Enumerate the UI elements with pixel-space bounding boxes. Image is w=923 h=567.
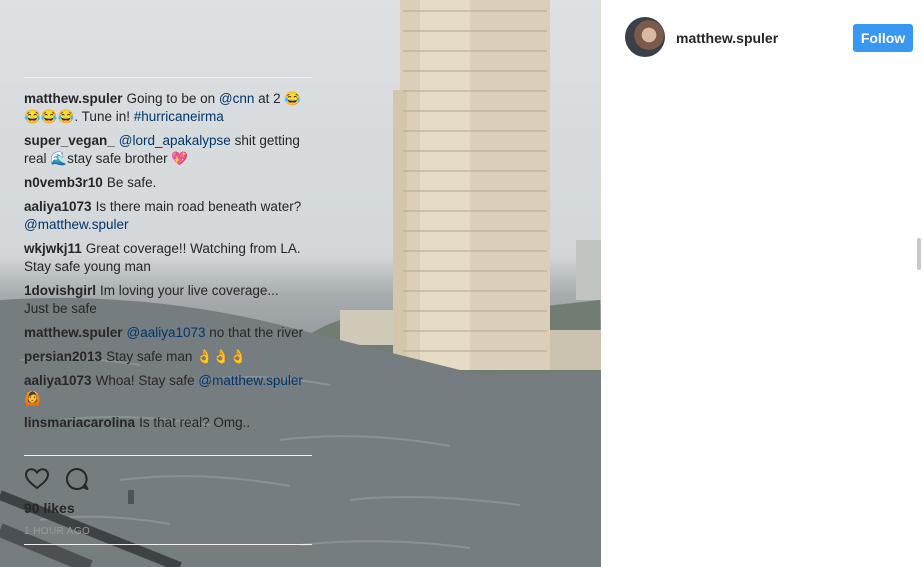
comment-bubble-icon[interactable] (64, 466, 90, 492)
comment-mention-link[interactable]: #hurricaneirma (134, 109, 224, 124)
comment-mention-link[interactable]: @lord_apakalypse (119, 133, 231, 148)
comment-item: matthew.spuler Going to be on @cnn at 2 😂… (24, 90, 304, 126)
header-username[interactable]: matthew.spuler (676, 30, 778, 46)
post-side-panel: matthew.spuler Follow (601, 0, 923, 567)
comment-item: persian2013 Stay safe man 👌👌👌 (24, 348, 304, 366)
comment-author[interactable]: matthew.spuler (24, 325, 123, 340)
comment-text: Stay safe man 👌👌👌 (106, 349, 247, 364)
comment-item: linsmariacarolina Is that real? Omg.. (24, 414, 304, 432)
comment-text: Going to be on (126, 91, 219, 106)
comment-author[interactable]: 1dovishgirl (24, 283, 96, 298)
likes-count[interactable]: 90 likes (24, 500, 75, 516)
comment-mention-link[interactable]: @cnn (219, 91, 254, 106)
comment-author[interactable]: linsmariacarolina (24, 415, 135, 430)
follow-button[interactable]: Follow (853, 24, 913, 52)
comment-author[interactable]: matthew.spuler (24, 91, 123, 106)
comment-item: n0vemb3r10 Be safe. (24, 174, 304, 192)
comment-item: super_vegan_ @lord_apakalypse shit gettin… (24, 132, 304, 168)
comment-author[interactable]: super_vegan_ (24, 133, 115, 148)
comments-list[interactable]: matthew.spuler Going to be on @cnn at 2 😂… (24, 90, 304, 454)
comment-text: Be safe. (106, 175, 157, 190)
comment-author[interactable]: wkjwkj11 (24, 241, 82, 256)
comments-scrollbar[interactable] (917, 238, 921, 270)
comment-author[interactable]: n0vemb3r10 (24, 175, 103, 190)
comment-author[interactable]: aaliya1073 (24, 373, 92, 388)
comment-text: no that the river (205, 325, 304, 340)
post-header: matthew.spuler Follow (625, 16, 915, 60)
comment-item: aaliya1073 Is there main road beneath wat… (24, 198, 304, 234)
divider (24, 77, 312, 78)
comment-mention-link[interactable]: @aaliya1073 (127, 325, 206, 340)
avatar[interactable] (625, 17, 665, 57)
comment-text: 🙆 (24, 391, 41, 406)
comment-text: Whoa! Stay safe (95, 373, 199, 388)
comment-author[interactable]: persian2013 (24, 349, 102, 364)
comment-mention-link[interactable]: @matthew.spuler (24, 217, 129, 232)
comment-item: 1dovishgirl Im loving your live coverage.… (24, 282, 304, 318)
comment-text: Is there main road beneath water? (95, 199, 302, 214)
divider (24, 544, 312, 545)
comment-item: wkjwkj11 Great coverage!! Watching from L… (24, 240, 304, 276)
comment-text: Is that real? Omg.. (139, 415, 251, 430)
comment-mention-link[interactable]: @matthew.spuler (198, 373, 303, 388)
comment-item: matthew.spuler @aaliya1073 no that the ri… (24, 324, 304, 342)
post-timestamp[interactable]: 1 HOUR AGO (24, 526, 90, 537)
comment-item: aaliya1073 Whoa! Stay safe @matthew.spule… (24, 372, 304, 408)
comment-author[interactable]: aaliya1073 (24, 199, 92, 214)
heart-icon[interactable] (24, 466, 50, 492)
divider (24, 455, 312, 456)
